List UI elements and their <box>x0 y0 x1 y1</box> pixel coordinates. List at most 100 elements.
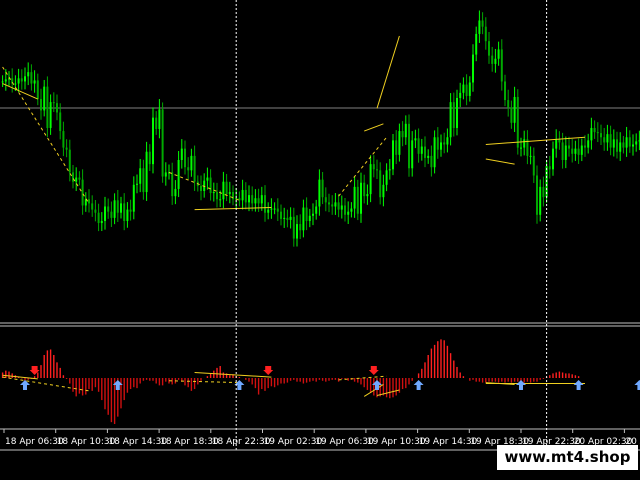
candle-body <box>488 41 490 56</box>
candle-body <box>379 170 382 198</box>
candle-body <box>145 151 148 193</box>
candle-body <box>120 203 122 213</box>
candle-body <box>596 132 599 134</box>
candle-body <box>580 145 583 155</box>
candle-body <box>500 49 503 82</box>
candle-body <box>14 83 17 85</box>
candle-body <box>529 155 532 157</box>
candle-body <box>302 207 305 231</box>
candle-body <box>420 146 423 154</box>
candle-body <box>49 102 52 128</box>
candle-body <box>417 138 420 154</box>
candle-body <box>212 192 215 194</box>
candle-body <box>318 179 321 207</box>
candle-body <box>36 80 39 100</box>
candle-body <box>513 96 516 123</box>
candle-body <box>299 224 302 231</box>
candle-body <box>555 139 558 149</box>
candle-body <box>187 167 190 171</box>
candle-body <box>523 139 526 148</box>
candle-body <box>616 139 618 152</box>
candle-body <box>356 186 359 214</box>
candle-body <box>20 78 23 82</box>
candle-body <box>315 206 318 214</box>
candle-body <box>369 164 372 195</box>
candle-body <box>81 179 84 206</box>
candle-body <box>24 76 26 82</box>
candle-body <box>110 211 113 218</box>
candle-body <box>286 217 289 220</box>
candle-body <box>116 200 119 213</box>
candle-body <box>104 206 106 221</box>
time-tick-label: 18 Apr 18:30 <box>160 437 219 447</box>
candle-body <box>312 213 314 216</box>
candle-body <box>449 102 452 138</box>
candle-body <box>376 169 378 171</box>
candle-body <box>609 134 612 148</box>
candle-body <box>62 131 65 148</box>
candle-body <box>270 208 273 210</box>
candle-body <box>152 117 154 165</box>
candle-body <box>324 197 327 203</box>
candle-body <box>200 185 202 191</box>
watermark-label: www.mt4.shop <box>497 445 638 470</box>
candle-body <box>619 142 622 152</box>
candle-body <box>516 96 519 148</box>
candle-body <box>161 109 164 177</box>
candle-body <box>225 181 228 195</box>
candle-body <box>113 200 116 218</box>
candle-body <box>398 131 401 155</box>
candle-body <box>632 144 634 147</box>
candle-body <box>465 84 468 96</box>
candle-body <box>65 147 68 150</box>
candle-body <box>385 170 388 185</box>
candle-body <box>552 148 554 170</box>
candle-body <box>209 177 212 194</box>
candle-body <box>590 127 593 141</box>
candle-body <box>321 179 324 198</box>
candle-body <box>392 140 394 170</box>
candle-body <box>254 198 257 204</box>
candle-body <box>401 131 404 138</box>
candle-body <box>446 137 449 145</box>
candle-body <box>174 188 177 197</box>
candle-body <box>273 208 276 210</box>
candle-body <box>481 20 484 27</box>
candle-body <box>17 78 20 84</box>
candle-body <box>430 155 433 168</box>
time-tick-label: 18 Apr 06:30 <box>5 437 64 447</box>
candle-body <box>328 202 330 205</box>
candle-body <box>411 140 414 169</box>
candle-body <box>155 117 158 129</box>
candle-body <box>267 209 270 213</box>
candle-body <box>260 195 263 204</box>
candle-body <box>462 84 465 93</box>
candle-body <box>404 123 407 138</box>
candle-body <box>558 139 561 143</box>
candle-body <box>292 216 295 239</box>
candle-body <box>366 194 369 197</box>
candle-body <box>600 133 602 138</box>
candle-body <box>126 209 129 221</box>
candle-body <box>132 184 135 212</box>
candle-body <box>347 211 350 215</box>
candle-body <box>164 172 167 177</box>
candle-body <box>478 20 481 34</box>
candle-body <box>94 209 97 213</box>
candle-body <box>139 168 142 184</box>
trading-chart[interactable]: 18 Apr 06:3018 Apr 10:3018 Apr 14:3018 A… <box>0 0 640 480</box>
candle-body <box>52 102 55 104</box>
candle-body <box>635 141 638 145</box>
candle-body <box>433 137 436 168</box>
candle-body <box>436 137 439 150</box>
candle-body <box>158 109 161 129</box>
candle-body <box>228 192 231 195</box>
candle-body <box>577 148 580 155</box>
candle-body <box>40 99 42 111</box>
candle-body <box>443 142 446 145</box>
time-tick-label: 19 Apr 14:30 <box>419 437 478 447</box>
candle-body <box>456 98 458 128</box>
candle-body <box>78 177 81 180</box>
candle-body <box>475 33 478 55</box>
candle-body <box>468 82 471 96</box>
